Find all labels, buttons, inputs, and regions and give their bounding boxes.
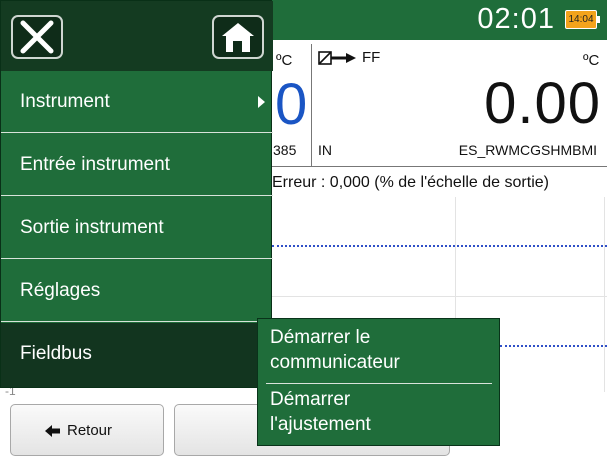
menu-item-label: Fieldbus bbox=[20, 343, 92, 364]
submenu-item-line: l'ajustement bbox=[270, 414, 371, 435]
error-readout: Erreur : 0,000 (% de l'échelle de sortie… bbox=[272, 174, 549, 191]
menu-item-label: Sortie instrument bbox=[20, 217, 164, 238]
menu-item-input-instrument[interactable]: Entrée instrument bbox=[1, 134, 273, 196]
left-reading-value[interactable]: 0 bbox=[275, 76, 307, 134]
home-icon bbox=[222, 23, 254, 52]
home-button[interactable] bbox=[212, 15, 264, 59]
panel-separator bbox=[272, 166, 607, 167]
chart-gridline bbox=[604, 197, 605, 392]
back-button[interactable]: Retour bbox=[10, 404, 164, 456]
menu-item-output-instrument[interactable]: Sortie instrument bbox=[1, 197, 273, 259]
generate-arrow-icon bbox=[318, 50, 356, 65]
menu-item-label: Entrée instrument bbox=[20, 154, 170, 175]
submenu-item-line: communicateur bbox=[270, 352, 400, 373]
close-button[interactable] bbox=[11, 15, 63, 59]
clock-time: 02:01 bbox=[477, 3, 555, 35]
submenu-item-line: Démarrer bbox=[270, 389, 351, 410]
mode-label: FF bbox=[362, 49, 381, 66]
panel-divider bbox=[311, 44, 312, 166]
submenu-item-line: Démarrer le bbox=[270, 327, 371, 348]
submenu-start-communicator[interactable]: Démarrer le communicateur bbox=[270, 325, 495, 375]
fieldbus-submenu: Démarrer le communicateur Démarrer l'aju… bbox=[257, 318, 500, 446]
menu-item-fieldbus[interactable]: Fieldbus bbox=[1, 323, 273, 387]
right-unit-label: ºC bbox=[583, 52, 600, 69]
chart-gridline bbox=[272, 296, 607, 297]
left-code-label: 385 bbox=[273, 142, 297, 158]
menu-item-instrument[interactable]: Instrument bbox=[1, 71, 273, 133]
menu-item-settings[interactable]: Réglages bbox=[1, 260, 273, 322]
chart-limit-line-lower bbox=[500, 345, 607, 347]
menu-item-label: Instrument bbox=[20, 91, 110, 112]
submenu-divider bbox=[266, 383, 492, 384]
input-label: IN bbox=[318, 142, 332, 158]
mode-indicator: FF bbox=[318, 49, 380, 66]
main-reading-value[interactable]: 0.00 bbox=[484, 70, 601, 137]
close-icon bbox=[20, 20, 54, 54]
left-unit-label: ºC bbox=[276, 52, 293, 69]
chart-limit-line-upper bbox=[272, 245, 607, 247]
back-button-label: Retour bbox=[67, 422, 113, 439]
menu-item-label: Réglages bbox=[20, 280, 101, 301]
instrument-tag: ES_RWMCGSHMBMI bbox=[458, 142, 597, 158]
side-menu: Instrument Entrée instrument Sortie inst… bbox=[0, 0, 273, 388]
chevron-right-icon bbox=[258, 96, 265, 108]
battery-indicator: 14:04 bbox=[565, 10, 600, 29]
submenu-start-adjustment[interactable]: Démarrer l'ajustement bbox=[270, 387, 495, 437]
arrow-left-icon bbox=[45, 424, 60, 437]
